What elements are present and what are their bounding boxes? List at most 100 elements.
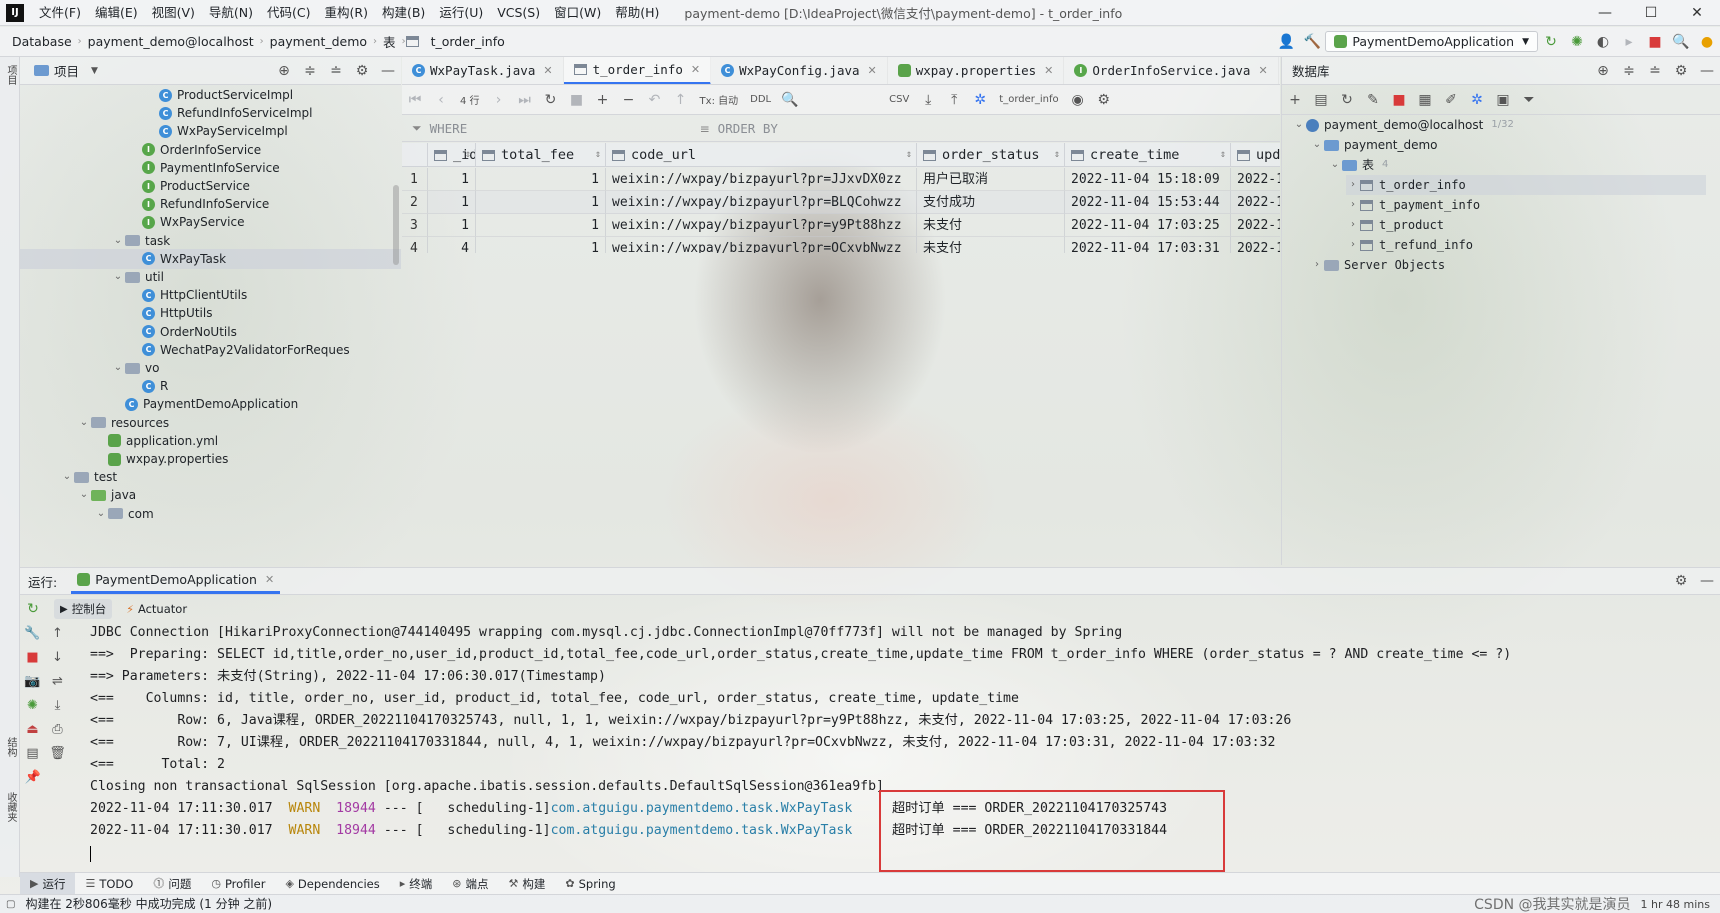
grid-cell[interactable]: 1	[428, 214, 476, 237]
datasource-properties-icon[interactable]: ▤	[1308, 92, 1334, 108]
hide-icon[interactable]: —	[375, 63, 401, 79]
gear-icon[interactable]: ⚙	[1668, 63, 1694, 79]
sort-icon[interactable]: ⇕	[906, 143, 912, 166]
gear-icon[interactable]: ⚙	[1668, 573, 1694, 589]
stop-icon[interactable]: ■	[20, 646, 45, 670]
close-icon[interactable]: ✕	[265, 573, 274, 586]
editor-tab[interactable]: C WxPayTask.java ✕	[402, 57, 564, 84]
close-icon[interactable]: ✕	[1044, 64, 1053, 77]
schema-node[interactable]: ⌄ payment_demo	[1310, 135, 1438, 155]
tree-item[interactable]: ⌄ com	[94, 504, 154, 524]
submit-icon[interactable]: ↑	[668, 92, 694, 108]
camera-icon[interactable]: 📷	[20, 670, 45, 694]
breadcrumb-item[interactable]: payment_demo	[264, 34, 373, 49]
server-objects-node[interactable]: › Server Objects	[1310, 255, 1445, 275]
spring-tab[interactable]: ✿ Spring	[555, 873, 625, 895]
chevron-down-icon[interactable]: ⌄	[94, 504, 108, 524]
todo-tab[interactable]: ☰ TODO	[75, 873, 143, 895]
grid-cell[interactable]: 4	[428, 237, 476, 253]
chevron-down-icon[interactable]: ⌄	[111, 267, 125, 287]
tree-item[interactable]: C WechatPay2ValidatorForReques	[128, 340, 350, 360]
grid-cell[interactable]: weixin://wxpay/bizpayurl?pr=BLQCohwzz	[606, 191, 917, 214]
chevron-right-icon[interactable]: ›	[1346, 235, 1360, 255]
scroll-to-end-icon[interactable]: ⤓	[45, 694, 70, 718]
layout-icon[interactable]: ▤	[20, 742, 45, 766]
menu-item[interactable]: 构建(B)	[375, 0, 432, 26]
upload-icon[interactable]: ⤒	[941, 92, 967, 108]
editor-tab[interactable]: wxpay.properties ✕	[888, 57, 1065, 84]
gear-icon[interactable]: ⚙	[349, 63, 375, 79]
tree-item[interactable]: application.yml	[94, 431, 218, 451]
download-icon[interactable]: ⤓	[915, 92, 941, 108]
scroll-up-icon[interactable]: ↑	[45, 622, 70, 646]
chevron-down-icon[interactable]: ⌄	[77, 485, 91, 505]
filter-icon[interactable]: ⏷	[1516, 92, 1542, 108]
jump-to-icon[interactable]: ✲	[1464, 92, 1490, 108]
collapse-all-icon[interactable]: ≐	[323, 63, 349, 79]
export-format[interactable]: CSV	[883, 94, 915, 105]
exit-icon[interactable]: ⏏	[20, 718, 45, 742]
last-page-icon[interactable]: ⏭	[512, 92, 538, 108]
menu-item[interactable]: 窗口(W)	[547, 0, 608, 26]
tables-folder-node[interactable]: ⌄ 表 4	[1328, 155, 1389, 175]
editor-tab[interactable]: COr	[1279, 57, 1280, 84]
column-header[interactable]: upda	[1231, 143, 1280, 167]
row-count[interactable]: 4 行	[454, 92, 486, 107]
project-panel-title[interactable]: 项目	[54, 61, 79, 80]
console-icon[interactable]: ▣	[1490, 92, 1516, 108]
dependencies-tab[interactable]: ◈ Dependencies	[275, 873, 389, 895]
grid-cell[interactable]: 2022-11-04 15:18:09	[1065, 168, 1231, 191]
tree-item[interactable]: I OrderInfoService	[128, 140, 261, 160]
delete-row-icon[interactable]: −	[616, 92, 642, 108]
debug-icon[interactable]: ✺	[1564, 34, 1590, 50]
search-icon[interactable]: 🔍	[777, 92, 803, 108]
close-window-button[interactable]: ✕	[1674, 0, 1720, 26]
locate-icon[interactable]: ⊕	[271, 63, 297, 79]
grid-cell[interactable]: 2022-11-04 15:53:44	[1065, 191, 1231, 214]
breadcrumb-item[interactable]: t_order_info	[425, 34, 511, 49]
tree-item[interactable]: ⌄ resources	[77, 413, 169, 433]
column-header[interactable]: code_url ⇕	[606, 143, 917, 167]
soft-wrap-icon[interactable]: ⇌	[45, 670, 70, 694]
sort-icon[interactable]: ⇕	[1220, 143, 1226, 166]
column-header[interactable]: create_time ⇕	[1065, 143, 1231, 167]
favorites-tool-button[interactable]: 收藏夹	[3, 792, 18, 822]
grid-cell[interactable]: 未支付	[917, 214, 1065, 237]
table-node[interactable]: › t_refund_info	[1346, 235, 1473, 255]
sort-icon[interactable]: ⇕	[595, 143, 601, 166]
view-icon[interactable]: ◉	[1065, 92, 1091, 108]
menu-item[interactable]: 导航(N)	[202, 0, 260, 26]
close-icon[interactable]: ✕	[1258, 64, 1267, 77]
grid-cell[interactable]: 2022-11-04 17:03:25	[1065, 214, 1231, 237]
row-number[interactable]: 1	[402, 168, 428, 191]
run-tab[interactable]: PaymentDemoApplication ✕	[71, 568, 281, 594]
table-node[interactable]: › t_order_info	[1346, 175, 1706, 195]
menu-item[interactable]: 编辑(E)	[88, 0, 145, 26]
breadcrumb-item[interactable]: Database	[6, 34, 78, 49]
table-selector[interactable]: t_order_info	[993, 94, 1064, 105]
maximize-button[interactable]: ☐	[1628, 0, 1674, 26]
coverage-icon[interactable]: ◐	[1590, 34, 1616, 50]
chevron-down-icon[interactable]: ▼	[91, 66, 98, 76]
pin-icon[interactable]: 📌	[20, 766, 46, 790]
expand-all-icon[interactable]: ≑	[1616, 63, 1642, 79]
tree-item[interactable]: ⌄ java	[77, 485, 136, 505]
revert-icon[interactable]: ↶	[642, 92, 668, 108]
rerun-icon[interactable]: ↻	[1538, 34, 1564, 50]
tree-item[interactable]: I RefundInfoService	[128, 194, 269, 214]
row-number[interactable]: 4	[402, 237, 428, 253]
chevron-right-icon[interactable]: ›	[1346, 215, 1360, 235]
tree-item[interactable]: CR	[128, 376, 168, 396]
grid-cell[interactable]: 1	[428, 191, 476, 214]
chevron-down-icon[interactable]: ⌄	[60, 467, 74, 487]
first-page-icon[interactable]: ⏮	[402, 92, 428, 108]
column-header[interactable]: total_fee ⇕	[476, 143, 606, 167]
table-editor-icon[interactable]: ▦	[1412, 92, 1438, 108]
column-header[interactable]: order_status ⇕	[917, 143, 1065, 167]
tree-item[interactable]: C OrderNoUtils	[128, 322, 237, 342]
table-node[interactable]: › t_product	[1346, 215, 1444, 235]
wrench-icon[interactable]: 🔧	[20, 622, 45, 646]
where-filter-input[interactable]: WHERE	[430, 121, 700, 136]
menu-item[interactable]: 运行(U)	[432, 0, 490, 26]
transaction-mode[interactable]: Tx: 自动	[694, 92, 745, 107]
